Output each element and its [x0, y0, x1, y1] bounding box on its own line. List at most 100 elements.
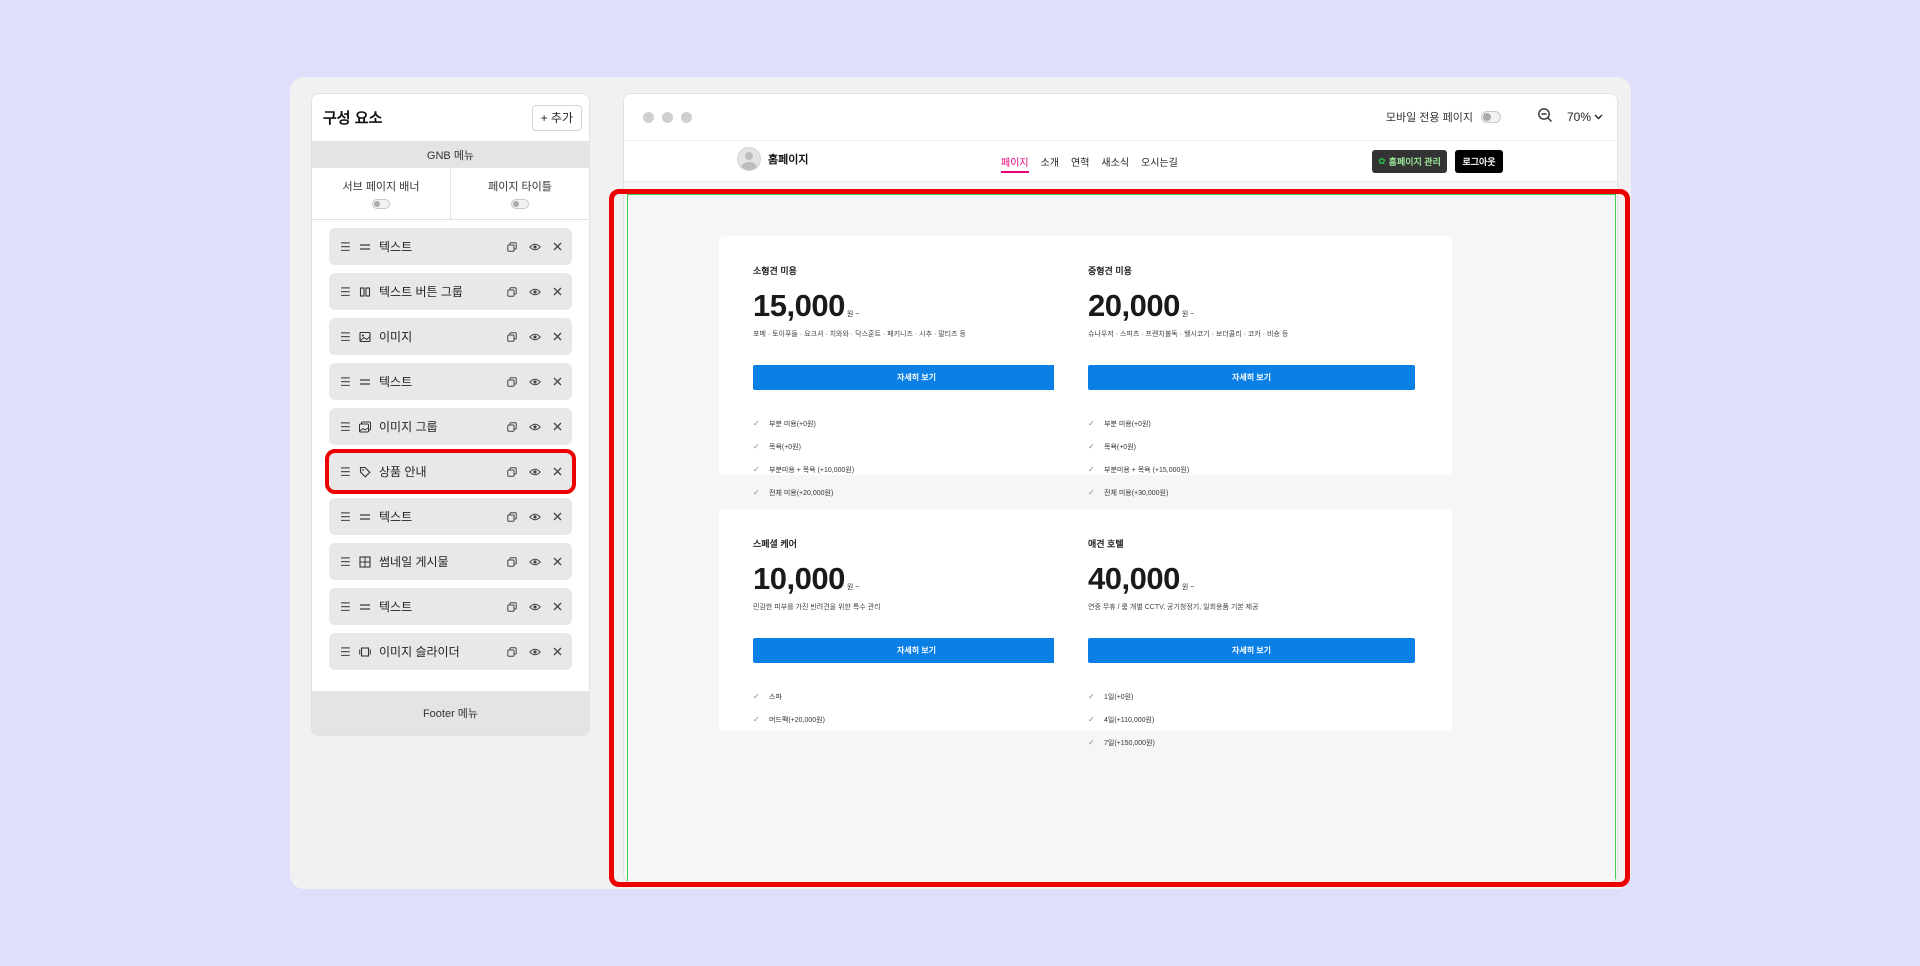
component-item[interactable]: ☰ 텍스트	[329, 588, 572, 625]
close-icon[interactable]	[553, 242, 562, 251]
component-item[interactable]: ☰ 이미지 그룹	[329, 408, 572, 445]
close-icon[interactable]	[553, 467, 562, 476]
components-panel: 구성 요소 + 추가 GNB 메뉴 서브 페이지 배너 페이지 타이틀 ☰ 텍스트…	[311, 93, 590, 736]
visibility-eye-icon[interactable]	[529, 557, 541, 567]
page-title-toggle[interactable]	[511, 199, 529, 209]
visibility-eye-icon[interactable]	[529, 467, 541, 477]
component-item-actions	[507, 556, 562, 567]
component-item[interactable]: ☰ 텍스트	[329, 228, 572, 265]
drag-handle-icon[interactable]: ☰	[340, 420, 351, 434]
component-item[interactable]: ☰ 이미지	[329, 318, 572, 355]
component-item-actions	[507, 376, 562, 387]
text-icon	[358, 240, 372, 254]
duplicate-icon[interactable]	[507, 286, 517, 297]
duplicate-icon[interactable]	[507, 511, 517, 522]
visibility-eye-icon[interactable]	[529, 332, 541, 342]
visibility-eye-icon[interactable]	[529, 647, 541, 657]
visibility-eye-icon[interactable]	[529, 512, 541, 522]
duplicate-icon[interactable]	[507, 601, 517, 612]
component-item-actions	[507, 646, 562, 657]
card-price: 40,000	[1088, 561, 1180, 596]
duplicate-icon[interactable]	[507, 421, 517, 432]
close-icon[interactable]	[553, 647, 562, 656]
duplicate-icon[interactable]	[507, 466, 517, 477]
duplicate-icon[interactable]	[507, 556, 517, 567]
text-icon	[358, 375, 372, 389]
component-list: ☰ 텍스트 ☰ 텍스트 버튼 그룹 ☰ 이미지 ☰ 텍스트 ☰ 이미지 그룹 ☰ 상품 안내 ☰ 텍스트 ☰…	[312, 220, 589, 670]
check-icon: ✓	[1088, 442, 1095, 451]
duplicate-icon[interactable]	[507, 241, 517, 252]
card-description: 포메 · 토이푸들 · 요크셔 · 치와와 · 닥스훈트 · 페키니즈 · 시추…	[753, 331, 966, 338]
visibility-eye-icon[interactable]	[529, 422, 541, 432]
close-icon[interactable]	[553, 602, 562, 611]
component-item[interactable]: ☰ 텍스트 버튼 그룹	[329, 273, 572, 310]
close-icon[interactable]	[553, 287, 562, 296]
feature-label: 부분미용 + 목욕 (+10,000원)	[769, 466, 855, 474]
add-component-button[interactable]: + 추가	[531, 104, 582, 131]
component-item-label: 이미지	[379, 330, 413, 344]
gnb-menu-bar[interactable]: GNB 메뉴	[312, 141, 589, 168]
drag-handle-icon[interactable]: ☰	[340, 240, 351, 254]
close-icon[interactable]	[553, 332, 562, 341]
feature-label: 전체 미용(+20,000원)	[769, 489, 834, 497]
detail-button[interactable]: 자세히 보기	[753, 638, 1080, 663]
drag-handle-icon[interactable]: ☰	[340, 510, 351, 524]
product-section[interactable]: 소형견 미용 15,000 원 ~ 포메 · 토이푸들 · 요크셔 · 치와와 · 닥…	[625, 183, 1617, 882]
nav-item[interactable]: 페이지	[1001, 141, 1029, 181]
drag-handle-icon[interactable]: ☰	[340, 285, 351, 299]
detail-button[interactable]: 자세히 보기	[1088, 638, 1415, 663]
detail-button[interactable]: 자세히 보기	[1088, 365, 1415, 390]
mobile-page-toggle[interactable]	[1480, 111, 1501, 123]
close-icon[interactable]	[553, 512, 562, 521]
drag-handle-icon[interactable]: ☰	[340, 330, 351, 344]
window-dots	[643, 111, 692, 123]
feature-item: ✓ 전체 미용(+30,000원)	[1088, 481, 1418, 504]
footer-menu-bar[interactable]: Footer 메뉴	[312, 691, 589, 735]
nav-item[interactable]: 연혁	[1071, 141, 1089, 181]
panel-title: 구성 요소	[323, 110, 383, 127]
component-item[interactable]: ☰ 텍스트	[329, 363, 572, 400]
card-price: 20,000	[1088, 288, 1180, 323]
sub-banner-toggle[interactable]	[372, 199, 390, 209]
component-item[interactable]: ☰ 썸네일 게시물	[329, 543, 572, 580]
drag-handle-icon[interactable]: ☰	[340, 600, 351, 614]
feature-item: ✓ 부분미용 + 목욕 (+10,000원)	[753, 458, 1083, 481]
close-icon[interactable]	[553, 422, 562, 431]
component-item[interactable]: ☰ 상품 안내	[325, 449, 576, 494]
check-icon: ✓	[1088, 419, 1095, 428]
nav-item[interactable]: 오시는길	[1141, 141, 1178, 181]
close-icon[interactable]	[553, 377, 562, 386]
card-title: 중형견 미용	[1088, 266, 1132, 276]
nav-item[interactable]: 새소식	[1101, 141, 1129, 181]
visibility-eye-icon[interactable]	[529, 377, 541, 387]
component-item[interactable]: ☰ 이미지 슬라이더	[329, 633, 572, 670]
avatar	[737, 147, 761, 171]
close-icon[interactable]	[553, 557, 562, 566]
check-icon: ✓	[753, 465, 760, 474]
check-icon: ✓	[753, 715, 760, 724]
feature-label: 7일(+150,000원)	[1104, 739, 1155, 747]
check-icon: ✓	[1088, 715, 1095, 724]
logout-button[interactable]: 로그아웃	[1455, 150, 1503, 173]
visibility-eye-icon[interactable]	[529, 287, 541, 297]
duplicate-icon[interactable]	[507, 331, 517, 342]
card-description: 연중 무휴 / 룸 개별 CCTV, 공기청정기, 일회용품 기본 제공	[1088, 604, 1259, 611]
drag-handle-icon[interactable]: ☰	[340, 555, 351, 569]
visibility-eye-icon[interactable]	[529, 242, 541, 252]
panel-header: 구성 요소 + 추가	[312, 94, 589, 141]
detail-button[interactable]: 자세히 보기	[753, 365, 1080, 390]
price-unit: 원 ~	[846, 311, 860, 318]
visibility-eye-icon[interactable]	[529, 602, 541, 612]
zoom-select[interactable]: 70%	[1567, 110, 1603, 124]
site-logo[interactable]: 홈페이지	[737, 147, 808, 171]
site-manage-button[interactable]: ✿ 홈페이지 관리	[1372, 150, 1447, 173]
grid-icon	[358, 555, 372, 569]
drag-handle-icon[interactable]: ☰	[340, 465, 351, 479]
duplicate-icon[interactable]	[507, 376, 517, 387]
component-item[interactable]: ☰ 텍스트	[329, 498, 572, 535]
drag-handle-icon[interactable]: ☰	[340, 645, 351, 659]
nav-item[interactable]: 소개	[1041, 141, 1059, 181]
duplicate-icon[interactable]	[507, 646, 517, 657]
drag-handle-icon[interactable]: ☰	[340, 375, 351, 389]
zoom-out-icon[interactable]	[1537, 107, 1553, 128]
